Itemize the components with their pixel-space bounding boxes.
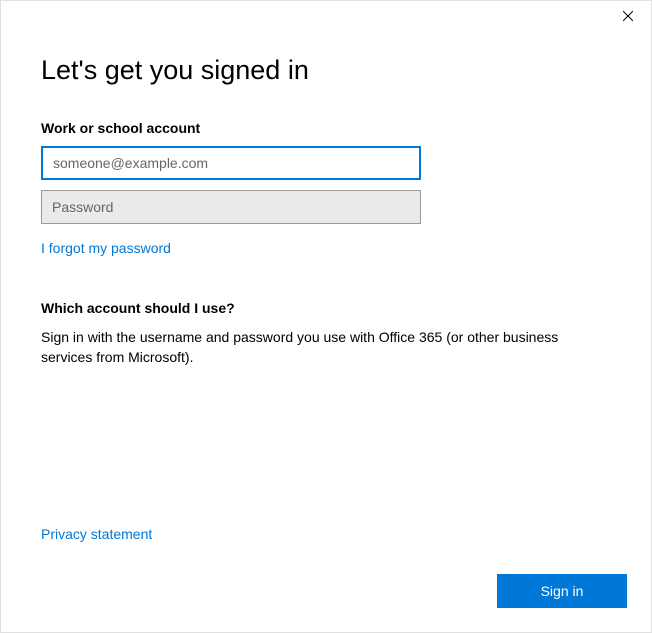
help-heading: Which account should I use?: [41, 300, 611, 316]
password-field[interactable]: [41, 190, 421, 224]
forgot-password-link[interactable]: I forgot my password: [41, 240, 171, 256]
button-row: Sign in: [41, 574, 627, 608]
page-title: Let's get you signed in: [41, 55, 611, 86]
help-body: Sign in with the username and password y…: [41, 328, 611, 367]
close-button[interactable]: [605, 1, 651, 31]
titlebar: [1, 1, 651, 31]
signin-button[interactable]: Sign in: [497, 574, 627, 608]
email-field[interactable]: [41, 146, 421, 180]
close-icon: [623, 11, 633, 21]
footer: Privacy statement Sign in: [41, 526, 627, 608]
account-label: Work or school account: [41, 120, 611, 136]
content-area: Let's get you signed in Work or school a…: [1, 31, 651, 367]
privacy-statement-link[interactable]: Privacy statement: [41, 526, 627, 542]
